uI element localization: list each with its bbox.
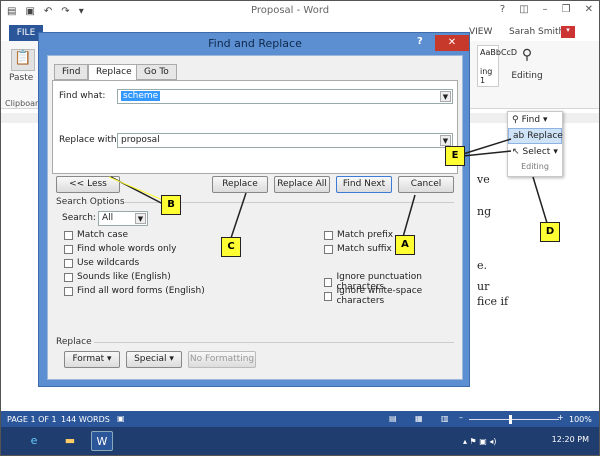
callout-d: D bbox=[540, 222, 560, 242]
callout-c: C bbox=[221, 237, 241, 257]
callout-e: E bbox=[445, 146, 465, 166]
callout-b: B bbox=[161, 195, 181, 215]
screenshot-frame: ▤ ▣ ↶ ↷ ▾ Proposal - Word ? ◫ – ❐ ✕ FILE… bbox=[0, 0, 600, 456]
callout-a-arrow bbox=[402, 194, 416, 238]
callout-arrows bbox=[108, 138, 548, 242]
callout-c-arrow bbox=[229, 192, 247, 242]
callout-d-arrow bbox=[532, 176, 548, 224]
callout-a: A bbox=[395, 235, 415, 255]
